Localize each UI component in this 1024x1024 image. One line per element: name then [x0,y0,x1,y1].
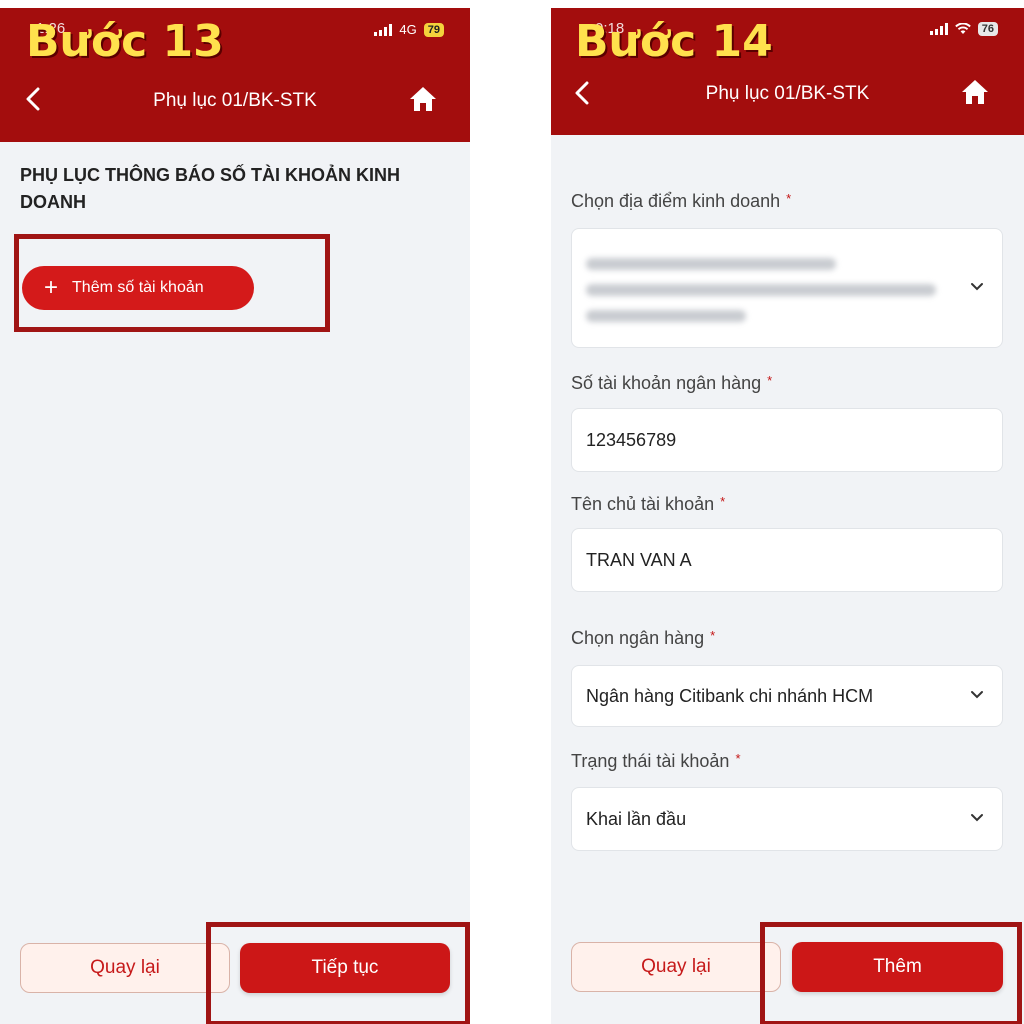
back-footer-button[interactable]: Quay lại [571,942,781,992]
back-footer-label: Quay lại [90,957,160,978]
bank-account-number-label-text: Số tài khoản ngân hàng [571,373,762,393]
step-label: Bước 14 [575,16,773,67]
business-location-select[interactable] [571,228,1003,348]
page-title: Phụ lục 01/BK-STK [705,83,870,104]
bank-account-number-label: Số tài khoản ngân hàng * [571,373,772,394]
account-holder-label: Tên chủ tài khoản * [571,494,725,515]
bank-account-number-input[interactable]: 123456789 [571,408,1003,472]
signal-icon [929,23,948,35]
battery-icon: 76 [977,22,998,36]
bank-value: Ngân hàng Citibank chi nhánh HCM [586,685,874,706]
required-mark: * [767,373,773,388]
wifi-icon [954,23,971,34]
page-title: Phụ lục 01/BK-STK [153,90,317,111]
highlight-add-account [14,234,330,332]
account-holder-value: TRAN VAN A [586,549,692,570]
account-status-value: Khai lần đầu [586,808,687,829]
account-holder-label-text: Tên chủ tài khoản [571,494,715,514]
account-status-label: Trạng thái tài khoản * [571,751,741,772]
chevron-left-icon [575,81,589,105]
back-footer-button[interactable]: Quay lại [20,943,230,993]
home-icon [962,80,988,104]
network-type: 4G [399,22,417,37]
step-label: Bước 13 [26,16,224,67]
bank-label: Chọn ngân hàng * [571,628,715,649]
app-header: 1:26 Bước 13 4G 79 Phụ lục 01/BK-STK [0,8,470,142]
app-header: 0:18 Bước 14 76 Phụ lục 01/BK-STK [551,8,1024,135]
back-button[interactable] [567,78,597,108]
signal-icon [374,23,393,36]
home-icon [410,87,436,111]
account-status-label-text: Trạng thái tài khoản [571,751,730,771]
bank-label-text: Chọn ngân hàng [571,628,705,648]
chevron-down-icon [971,691,983,699]
status-bar-icons: 4G 79 [374,22,444,37]
back-button[interactable] [18,84,48,114]
bank-select[interactable]: Ngân hàng Citibank chi nhánh HCM [571,665,1003,727]
home-button[interactable] [958,75,992,109]
required-mark: * [735,751,741,766]
section-heading: PHỤ LỤC THÔNG BÁO SỐ TÀI KHOẢN KINH DOAN… [20,165,400,212]
account-status-select[interactable]: Khai lần đầu [571,787,1003,851]
required-mark: * [786,191,792,206]
screen-step-13: 1:26 Bước 13 4G 79 Phụ lục 01/BK-STK PHỤ… [0,8,470,1024]
highlight-add [760,922,1022,1024]
battery-icon: 79 [423,22,444,37]
screen-step-14: 0:18 Bước 14 76 Phụ lục 01/BK-STK Chọn đ… [551,8,1024,1024]
redacted-address [586,254,936,322]
home-button[interactable] [406,82,440,116]
required-mark: * [710,628,716,643]
chevron-down-icon [971,814,983,822]
bank-account-number-value: 123456789 [586,429,677,450]
status-bar-icons: 76 [929,22,998,36]
business-location-label-text: Chọn địa điểm kinh doanh [571,191,781,211]
business-location-label: Chọn địa điểm kinh doanh * [571,191,791,212]
chevron-down-icon [971,283,983,291]
highlight-continue [206,922,470,1024]
back-footer-label: Quay lại [641,956,711,977]
chevron-left-icon [26,87,40,111]
required-mark: * [720,494,726,509]
account-holder-input[interactable]: TRAN VAN A [571,528,1003,592]
